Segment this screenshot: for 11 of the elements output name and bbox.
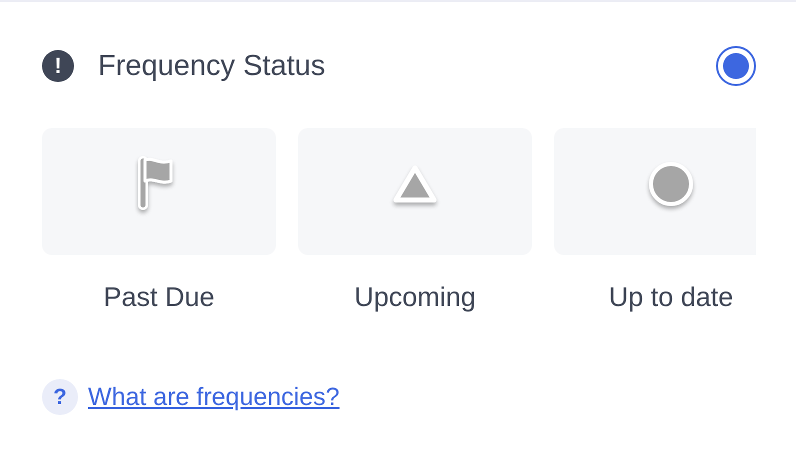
radio-button[interactable]	[716, 46, 756, 86]
option-tile[interactable]	[42, 128, 276, 255]
help-link[interactable]: What are frequencies?	[88, 382, 340, 412]
option-label: Past Due	[103, 282, 215, 313]
option-label: Up to date	[608, 282, 734, 313]
help-icon: ?	[42, 379, 78, 415]
option-tile[interactable]	[298, 128, 532, 255]
option-tile[interactable]	[554, 128, 756, 255]
section-title: Frequency Status	[98, 50, 326, 82]
option-label: Upcoming	[354, 282, 476, 313]
alert-icon: !	[42, 50, 74, 82]
